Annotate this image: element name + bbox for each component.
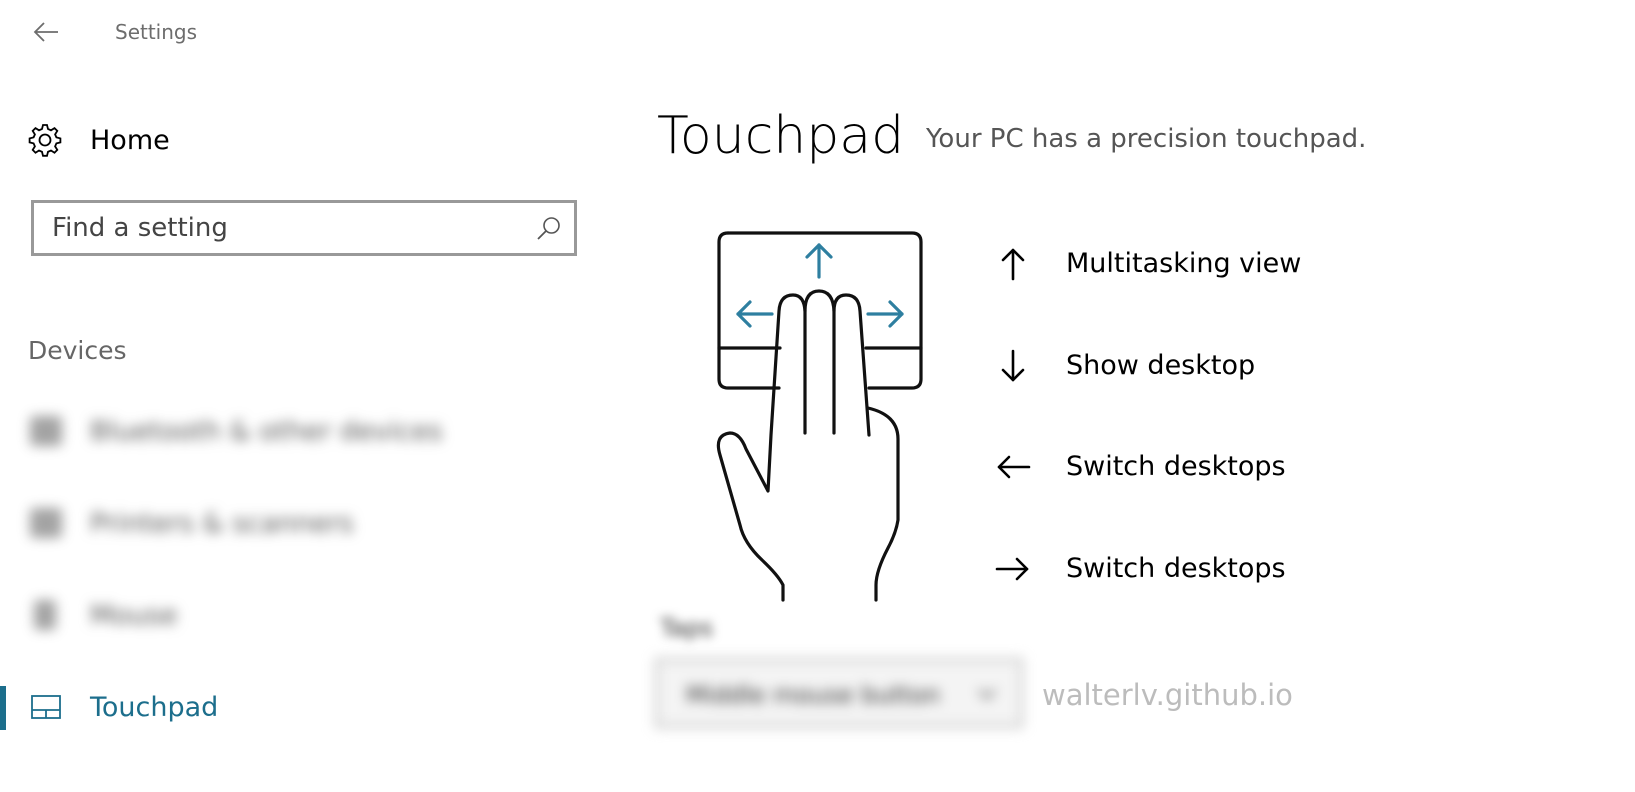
taps-dropdown-value: Middle mouse button [686, 681, 941, 709]
section-header-devices: Devices [28, 336, 127, 365]
taps-dropdown[interactable]: Middle mouse button [655, 658, 1023, 728]
sidebar-item-label: Mouse [90, 600, 178, 631]
sidebar-item-bluetooth[interactable]: Bluetooth & other devices [0, 406, 600, 456]
search-icon[interactable] [536, 215, 562, 241]
arrow-up-icon [1001, 248, 1025, 281]
chevron-down-icon [978, 689, 996, 700]
gesture-row-up: Multitasking view [993, 242, 1413, 286]
arrow-left-icon [997, 455, 1031, 479]
arrow-right-icon [995, 557, 1029, 581]
arrow-down-icon [1001, 349, 1025, 382]
app-title: Settings [115, 20, 198, 44]
back-arrow-icon [33, 22, 58, 42]
page-subtitle: Your PC has a precision touchpad. [926, 124, 1367, 154]
active-indicator [0, 686, 6, 730]
sidebar-item-label: Bluetooth & other devices [90, 416, 443, 447]
gesture-label: Switch desktops [1066, 553, 1286, 584]
taps-label: Taps [660, 614, 714, 642]
gesture-row-down: Show desktop [993, 344, 1413, 388]
title-bar: Settings [0, 0, 640, 64]
search-box [31, 200, 577, 256]
sidebar-home-label: Home [90, 124, 170, 156]
watermark: walterlv.github.io [1042, 678, 1293, 712]
settings-window: Settings Home Devices Bluetooth & other … [0, 0, 1635, 792]
mouse-icon [34, 600, 56, 630]
gear-icon [28, 124, 62, 157]
page-title: Touchpad [657, 106, 905, 166]
touchpad-icon [31, 695, 61, 719]
gesture-label: Multitasking view [1066, 248, 1302, 279]
gesture-label: Switch desktops [1066, 451, 1286, 482]
sidebar-item-mouse[interactable]: Mouse [0, 590, 600, 640]
gesture-label: Show desktop [1066, 350, 1256, 381]
sidebar-home[interactable]: Home [28, 118, 608, 162]
sidebar-item-printers[interactable]: Printers & scanners [0, 498, 600, 548]
sidebar-item-touchpad[interactable]: Touchpad [0, 682, 600, 732]
sidebar-item-label: Touchpad [90, 692, 219, 723]
bluetooth-devices-icon [30, 416, 62, 446]
search-input[interactable] [52, 203, 522, 253]
sidebar-item-label: Printers & scanners [90, 508, 354, 539]
gesture-row-right: Switch desktops [993, 547, 1413, 591]
gesture-row-left: Switch desktops [993, 445, 1413, 489]
back-button[interactable] [28, 14, 64, 50]
touchpad-three-finger-gesture-illustration [716, 231, 923, 602]
printer-icon [30, 508, 62, 538]
